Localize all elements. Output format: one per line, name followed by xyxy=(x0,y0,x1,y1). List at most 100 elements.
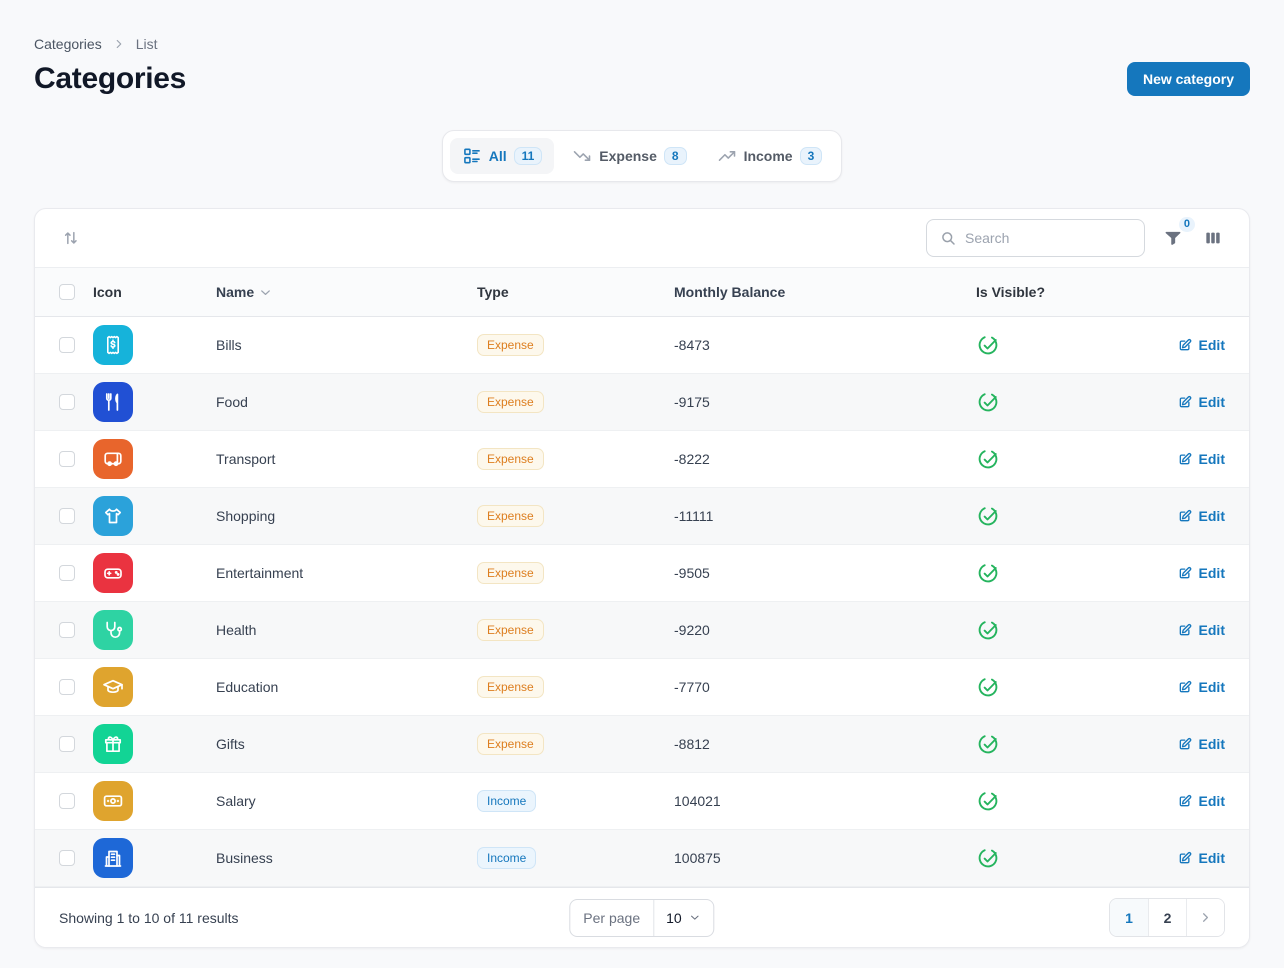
check-circle-icon xyxy=(976,675,1000,699)
table-row[interactable]: Food Expense -9175 Edit xyxy=(35,374,1249,431)
per-page-select[interactable]: 10 xyxy=(653,900,714,936)
type-badge: Expense xyxy=(477,448,544,470)
trending-down-icon xyxy=(572,146,592,166)
edit-button[interactable]: Edit xyxy=(1177,451,1225,467)
table-header-row: Icon Name Type Monthly Balance Is Visibl… xyxy=(35,267,1249,317)
utensils-icon xyxy=(93,382,133,422)
gift-icon xyxy=(93,724,133,764)
type-badge: Expense xyxy=(477,676,544,698)
table-row[interactable]: Bills Expense -8473 Edit xyxy=(35,317,1249,374)
search-input[interactable] xyxy=(965,230,1132,246)
pencil-square-icon xyxy=(1177,622,1193,638)
row-checkbox[interactable] xyxy=(59,793,75,809)
column-header-name[interactable]: Name xyxy=(216,284,273,300)
type-badge: Expense xyxy=(477,619,544,641)
check-circle-icon xyxy=(976,732,1000,756)
edit-button[interactable]: Edit xyxy=(1177,394,1225,410)
edit-button[interactable]: Edit xyxy=(1177,565,1225,581)
edit-button[interactable]: Edit xyxy=(1177,508,1225,524)
tab-income-count-badge: 3 xyxy=(800,147,823,165)
pencil-square-icon xyxy=(1177,508,1193,524)
edit-button[interactable]: Edit xyxy=(1177,337,1225,353)
tab-all[interactable]: All 11 xyxy=(450,138,555,174)
category-name: Transport xyxy=(216,451,477,467)
row-checkbox[interactable] xyxy=(59,679,75,695)
tab-income-label: Income xyxy=(744,148,793,164)
pencil-square-icon xyxy=(1177,451,1193,467)
edit-button[interactable]: Edit xyxy=(1177,850,1225,866)
row-checkbox[interactable] xyxy=(59,394,75,410)
chevron-down-icon xyxy=(689,911,702,924)
check-circle-icon xyxy=(976,846,1000,870)
trending-up-icon xyxy=(717,146,737,166)
select-all-checkbox[interactable] xyxy=(59,284,75,300)
table-row[interactable]: Business Income 100875 Edit xyxy=(35,830,1249,887)
table-row[interactable]: Shopping Expense -11111 Edit xyxy=(35,488,1249,545)
row-checkbox[interactable] xyxy=(59,850,75,866)
category-name: Education xyxy=(216,679,477,695)
type-badge: Income xyxy=(477,847,536,869)
tab-income[interactable]: Income 3 xyxy=(705,138,835,174)
category-name: Gifts xyxy=(216,736,477,752)
check-circle-icon xyxy=(976,504,1000,528)
row-checkbox[interactable] xyxy=(59,736,75,752)
category-name: Shopping xyxy=(216,508,477,524)
reorder-button[interactable] xyxy=(59,226,83,250)
page-2-button[interactable]: 2 xyxy=(1148,899,1186,936)
row-checkbox[interactable] xyxy=(59,565,75,581)
category-name: Bills xyxy=(216,337,477,353)
row-checkbox[interactable] xyxy=(59,622,75,638)
monthly-balance: 104021 xyxy=(674,793,976,809)
stethoscope-icon xyxy=(93,610,133,650)
per-page-label: Per page xyxy=(570,900,653,936)
funnel-icon xyxy=(1163,228,1183,248)
monthly-balance: -9175 xyxy=(674,394,976,410)
column-header-visible: Is Visible? xyxy=(976,284,1173,300)
monthly-balance: -8222 xyxy=(674,451,976,467)
table-row[interactable]: Health Expense -9220 Edit xyxy=(35,602,1249,659)
table-row[interactable]: Transport Expense -8222 Edit xyxy=(35,431,1249,488)
category-name: Entertainment xyxy=(216,565,477,581)
breadcrumb-list: List xyxy=(136,36,158,52)
category-name: Salary xyxy=(216,793,477,809)
page-header: Categories New category xyxy=(34,62,1250,96)
search-icon xyxy=(939,229,957,247)
building-icon xyxy=(93,838,133,878)
toggle-columns-button[interactable] xyxy=(1201,226,1225,250)
row-checkbox[interactable] xyxy=(59,508,75,524)
table-row[interactable]: Gifts Expense -8812 Edit xyxy=(35,716,1249,773)
tab-expense[interactable]: Expense 8 xyxy=(560,138,698,174)
chevron-down-icon xyxy=(258,285,273,300)
table-row[interactable]: Education Expense -7770 Edit xyxy=(35,659,1249,716)
tab-expense-label: Expense xyxy=(599,148,657,164)
pencil-square-icon xyxy=(1177,337,1193,353)
pagination: 1 2 xyxy=(1109,898,1225,937)
type-badge: Expense xyxy=(477,391,544,413)
shirt-icon xyxy=(93,496,133,536)
new-category-button[interactable]: New category xyxy=(1127,62,1250,96)
edit-button[interactable]: Edit xyxy=(1177,622,1225,638)
page-title: Categories xyxy=(34,62,186,96)
search-box xyxy=(926,219,1145,257)
check-circle-icon xyxy=(976,333,1000,357)
per-page-control: Per page 10 xyxy=(569,899,714,937)
row-checkbox[interactable] xyxy=(59,337,75,353)
type-badge: Expense xyxy=(477,334,544,356)
category-name: Business xyxy=(216,850,477,866)
edit-button[interactable]: Edit xyxy=(1177,679,1225,695)
page-1-button[interactable]: 1 xyxy=(1110,899,1148,936)
gamepad-icon xyxy=(93,553,133,593)
arrows-up-down-icon xyxy=(61,228,81,248)
breadcrumb-categories[interactable]: Categories xyxy=(34,36,102,52)
tab-all-label: All xyxy=(489,148,507,164)
table-row[interactable]: Salary Income 104021 Edit xyxy=(35,773,1249,830)
next-page-button[interactable] xyxy=(1186,899,1224,936)
pencil-square-icon xyxy=(1177,394,1193,410)
table-row[interactable]: Entertainment Expense -9505 Edit xyxy=(35,545,1249,602)
edit-button[interactable]: Edit xyxy=(1177,793,1225,809)
row-checkbox[interactable] xyxy=(59,451,75,467)
check-circle-icon xyxy=(976,447,1000,471)
page: Categories List Categories New category … xyxy=(0,0,1284,948)
table-footer: Showing 1 to 10 of 11 results Per page 1… xyxy=(35,887,1249,947)
edit-button[interactable]: Edit xyxy=(1177,736,1225,752)
